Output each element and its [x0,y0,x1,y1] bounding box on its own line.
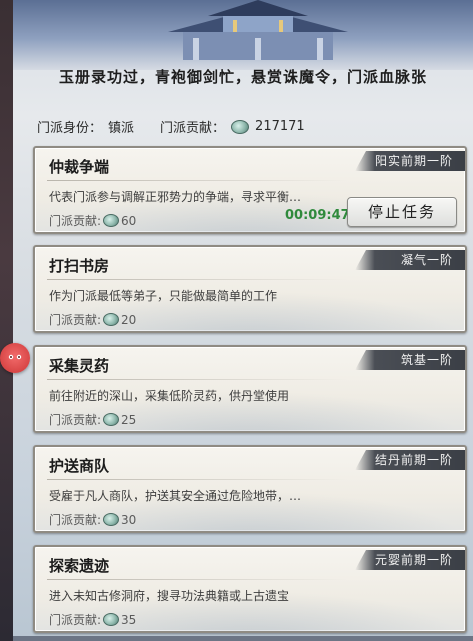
floating-assistant-button[interactable] [0,343,30,373]
reward-value: 30 [121,512,137,527]
mission-description: 进入未知古修洞府，搜寻功法典籍或上古遗宝 [49,589,290,603]
jade-coin-icon [103,513,120,526]
mission-description: 前往附近的深山，采集低阶灵药，供丹堂使用 [49,389,290,403]
jade-coin-icon [103,413,120,426]
mission-rank-badge: 结丹前期一阶 [354,450,465,470]
mission-description: 受雇于凡人商队，护送其安全通过危险地带，… [49,489,302,503]
divider [47,180,347,181]
contribution-value: 217171 [255,119,305,134]
reward-label: 门派贡献: [49,513,102,527]
palace-illustration [168,0,348,60]
mission-description: 代表门派参与调解正邪势力的争端，寻求平衡… [49,190,302,204]
bottom-edge [13,636,473,641]
reward-value: 25 [121,412,137,427]
divider [47,479,347,480]
contribution-label: 门派贡献： [160,121,226,136]
mission-title: 探索遗迹 [49,557,110,575]
mission-card[interactable]: 采集灵药 筑基一阶 前往附近的深山，采集低阶灵药，供丹堂使用 门派贡献: 25 [33,345,467,433]
mission-reward: 门派贡献: 35 [49,611,136,628]
mission-card[interactable]: 探索遗迹 元婴前期一阶 进入未知古修洞府，搜寻功法典籍或上古遗宝 门派贡献: 3… [33,545,467,633]
reward-value: 20 [121,312,137,327]
reward-label: 门派贡献: [49,413,102,427]
reward-label: 门派贡献: [49,613,102,627]
identity-value: 镇派 [108,121,135,136]
mission-rank-badge: 阳实前期一阶 [354,151,465,171]
mission-reward: 门派贡献: 20 [49,311,136,328]
left-edge-strip [0,0,13,641]
jade-coin-icon [231,119,250,134]
mission-title: 打扫书房 [49,257,110,275]
mission-card[interactable]: 护送商队 结丹前期一阶 受雇于凡人商队，护送其安全通过危险地带，… 门派贡献: … [33,445,467,533]
mission-timer: 00:09:47 [285,208,350,223]
mission-title: 采集灵药 [49,357,110,375]
mission-description: 作为门派最低等弟子，只能做最简单的工作 [49,289,278,303]
mission-rank-badge: 元婴前期一阶 [354,550,465,570]
sect-info-row: 门派身份： 镇派 门派贡献： 217171 [37,117,305,136]
mission-reward: 门派贡献: 25 [49,411,136,428]
page-headline: 玉册录功过，青袍御剑忙，悬赏诛魔令，门派血脉张 [58,68,427,86]
reward-value: 35 [121,612,137,627]
face-icon [8,354,22,360]
mission-title: 护送商队 [49,457,110,475]
jade-coin-icon [103,214,120,227]
mission-card: 仲裁争端 阳实前期一阶 代表门派参与调解正邪势力的争端，寻求平衡… 门派贡献: … [33,146,467,234]
reward-value: 60 [121,213,137,228]
mission-reward: 门派贡献: 60 [49,212,136,229]
divider [47,279,347,280]
divider [47,579,347,580]
jade-coin-icon [103,613,120,626]
reward-label: 门派贡献: [49,313,102,327]
mission-card[interactable]: 打扫书房 凝气一阶 作为门派最低等弟子，只能做最简单的工作 门派贡献: 20 [33,245,467,333]
divider [47,379,347,380]
stop-mission-button[interactable]: 停止任务 [347,197,457,227]
mission-rank-badge: 凝气一阶 [355,250,465,270]
reward-label: 门派贡献: [49,214,102,228]
mission-reward: 门派贡献: 30 [49,511,136,528]
mission-rank-badge: 筑基一阶 [355,350,465,370]
mission-title: 仲裁争端 [49,158,110,176]
sect-mission-panel: 玉册录功过，青袍御剑忙，悬赏诛魔令，门派血脉张 门派身份： 镇派 门派贡献： 2… [13,0,473,641]
jade-coin-icon [103,313,120,326]
identity-label: 门派身份： [37,121,103,136]
